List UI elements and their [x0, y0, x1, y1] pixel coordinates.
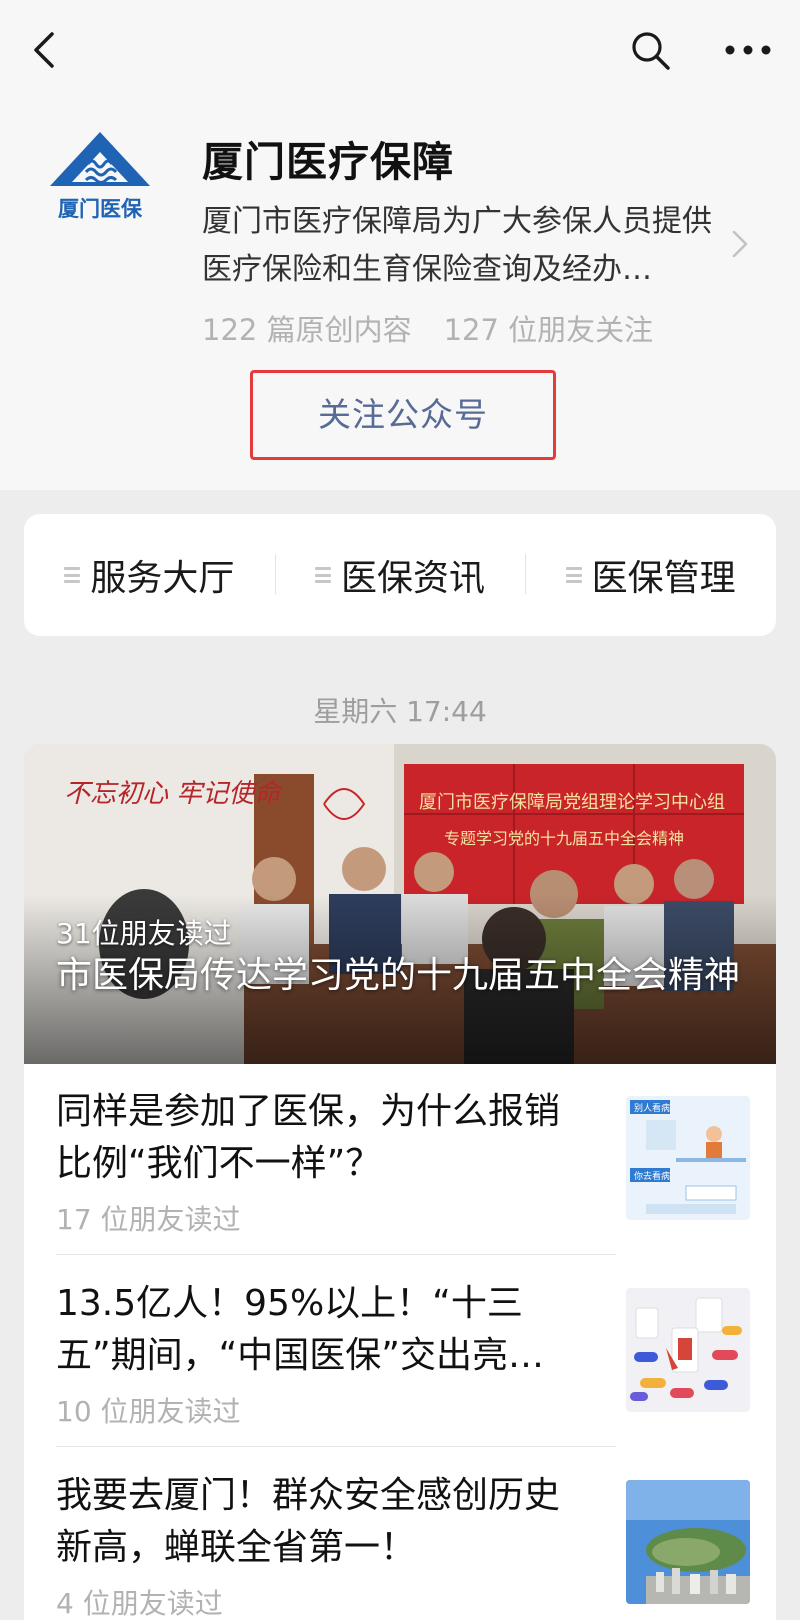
- original-count: 122 篇原创内容: [202, 313, 412, 347]
- wall-slogan: 不忘初心 牢记使命: [64, 779, 283, 809]
- thumb-tag-2: 你去看病: [634, 1170, 670, 1182]
- message-timestamp: 星期六 17:44: [313, 695, 487, 728]
- article-reads: 10 位朋友读过: [56, 1395, 241, 1428]
- logo-text: 厦门医保: [58, 197, 143, 221]
- menu-item-label: 医保资讯: [341, 558, 486, 599]
- divider: [56, 1254, 616, 1255]
- navigation-bar: [0, 0, 800, 100]
- article-feed: 厦门市医疗保障局党组理论学习中心组 专题学习党的十九届五中全会精神 不忘初心 牢…: [24, 744, 776, 1620]
- list-item[interactable]: 我要去厦门！群众安全感创历史新高，蝉联全省第一！ 4 位朋友读过: [56, 1448, 750, 1620]
- account-logo[interactable]: 厦门医保: [40, 128, 160, 224]
- article-title: 同样是参加了医保，为什么报销比例“我们不一样”？: [56, 1091, 561, 1184]
- article-thumbnail: [626, 1288, 750, 1412]
- account-header: 厦门医保 厦门医疗保障 厦门市医疗保障局为广大参保人员提供医疗保险和生育保险查询…: [0, 0, 800, 490]
- menu-lines-icon: [565, 567, 582, 583]
- menu-lines-icon: [315, 567, 331, 583]
- follow-button[interactable]: 关注公众号: [250, 370, 556, 460]
- menu-item-label: 医保管理: [591, 558, 736, 599]
- divider: [56, 1446, 616, 1447]
- thumb-tag-1: 别人看病: [634, 1102, 670, 1114]
- account-description[interactable]: 厦门市医疗保障局为广大参保人员提供医疗保险和生育保险查询及经办…: [202, 198, 722, 294]
- search-icon[interactable]: [630, 30, 672, 72]
- article-thumbnail: 别人看病 你去看病: [626, 1096, 750, 1220]
- followers-count: 127 位朋友关注: [443, 313, 654, 347]
- article-title: 我要去厦门！群众安全感创历史新高，蝉联全省第一！: [56, 1475, 561, 1568]
- menu-bar: 服务大厅 医保资讯 医保管理: [24, 514, 776, 636]
- menu-item-service-hall[interactable]: 服务大厅: [24, 514, 275, 636]
- article-reads: 4 位朋友读过: [56, 1587, 223, 1620]
- cover-reads: 31位朋友读过: [56, 917, 232, 950]
- back-chevron-icon[interactable]: [26, 28, 66, 72]
- article-reads: 17 位朋友读过: [56, 1203, 241, 1236]
- chevron-right-icon[interactable]: [730, 228, 750, 260]
- banner-line-1: 厦门市医疗保障局党组理论学习中心组: [419, 792, 725, 813]
- article-title: 13.5亿人！95%以上！“十三五”期间，“中国医保”交出亮…: [56, 1283, 544, 1376]
- menu-item-label: 服务大厅: [90, 558, 235, 599]
- banner-line-2: 专题学习党的十九届五中全会精神: [444, 829, 684, 848]
- menu-lines-icon: [64, 567, 81, 583]
- cover-title: 市医保局传达学习党的十九届五中全会精神: [56, 955, 741, 996]
- article-thumbnail: [626, 1480, 750, 1604]
- list-item[interactable]: 13.5亿人！95%以上！“十三五”期间，“中国医保”交出亮… 10 位朋友读过: [56, 1256, 750, 1446]
- account-stats: 122 篇原创内容 127 位朋友关注: [202, 307, 653, 349]
- account-name[interactable]: 厦门医疗保障: [202, 128, 454, 188]
- cover-article[interactable]: 厦门市医疗保障局党组理论学习中心组 专题学习党的十九届五中全会精神 不忘初心 牢…: [24, 744, 776, 1064]
- list-item[interactable]: 同样是参加了医保，为什么报销比例“我们不一样”？ 17 位朋友读过 别人看病 你…: [56, 1064, 750, 1254]
- cover-image: 厦门市医疗保障局党组理论学习中心组 专题学习党的十九届五中全会精神 不忘初心 牢…: [24, 744, 776, 1064]
- menu-item-management[interactable]: 医保管理: [525, 514, 776, 636]
- more-dots-icon[interactable]: [722, 30, 774, 70]
- menu-item-news[interactable]: 医保资讯: [274, 514, 526, 636]
